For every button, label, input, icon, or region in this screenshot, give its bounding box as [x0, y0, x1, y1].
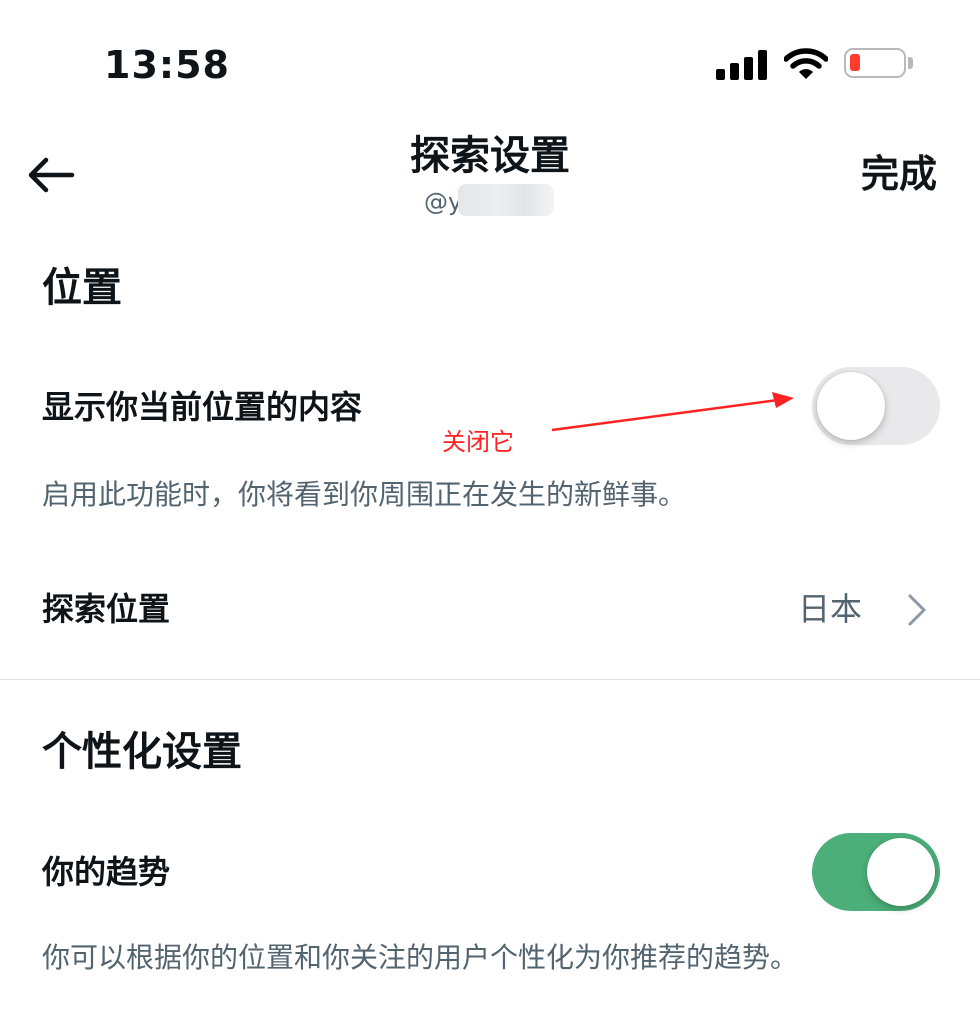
status-time: 13:58: [104, 43, 230, 87]
explore-location-label[interactable]: 探索位置: [42, 588, 170, 630]
battery-icon: [844, 48, 906, 78]
wifi-icon: [784, 48, 828, 79]
your-trends-label: 你的趋势: [42, 853, 171, 891]
toggle-knob: [867, 838, 935, 906]
account-handle: @y: [424, 188, 463, 216]
cellular-signal-icon: [716, 50, 768, 80]
section-heading-location: 位置: [42, 265, 122, 311]
show-location-label: 显示你当前位置的内容: [42, 388, 363, 426]
battery-tip: [908, 57, 913, 69]
explore-location-value[interactable]: 日本: [798, 588, 862, 630]
done-button[interactable]: 完成: [861, 150, 937, 198]
section-divider: [0, 679, 980, 680]
toggle-knob: [817, 372, 885, 440]
annotation-text: 关闭它: [442, 428, 514, 456]
page-title: 探索设置: [410, 133, 570, 179]
handle-redaction: [458, 184, 554, 216]
your-trends-toggle[interactable]: [812, 833, 940, 911]
chevron-right-icon[interactable]: [904, 592, 930, 628]
your-trends-description: 你可以根据你的位置和你关注的用户个性化为你推荐的趋势。: [42, 941, 799, 974]
show-location-description: 启用此功能时，你将看到你周围正在发生的新鲜事。: [42, 478, 687, 511]
show-location-toggle[interactable]: [812, 367, 940, 445]
section-heading-personalization: 个性化设置: [42, 729, 242, 775]
annotation-arrow: [551, 392, 794, 432]
